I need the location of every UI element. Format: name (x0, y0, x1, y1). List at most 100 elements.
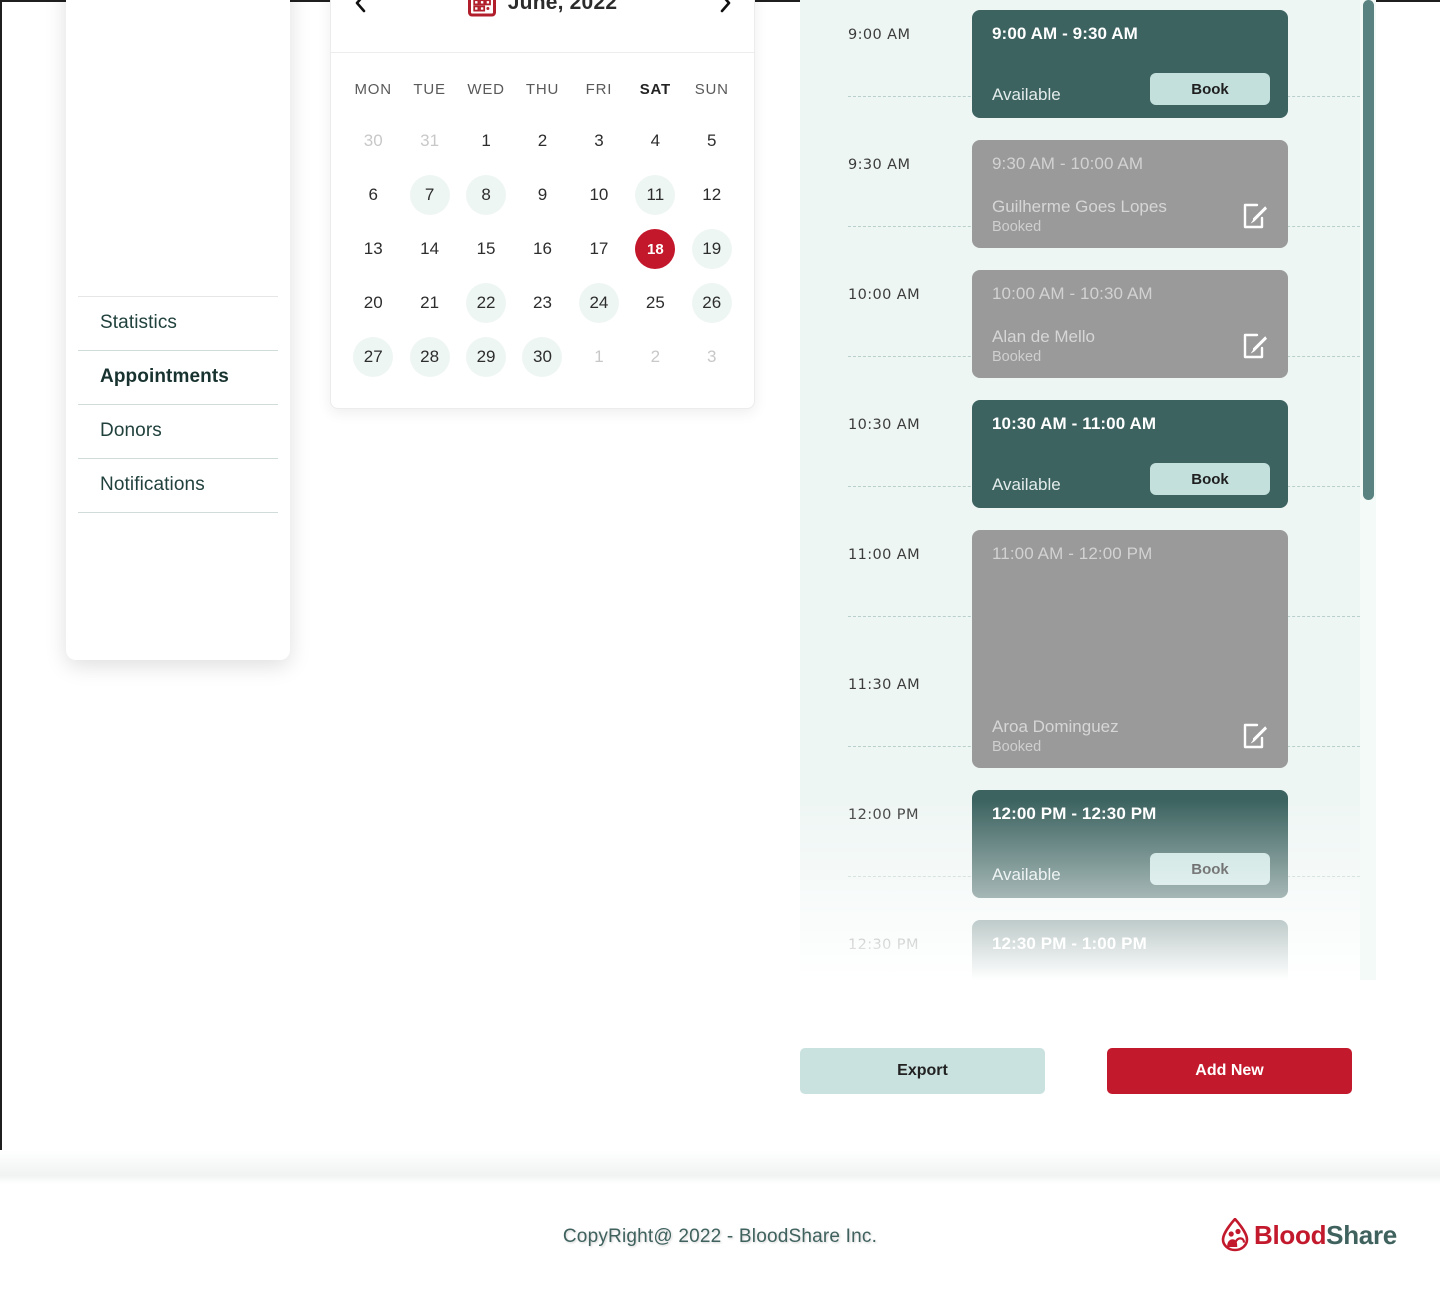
calendar-day[interactable]: 4 (635, 121, 675, 161)
calendar-day[interactable]: 1 (466, 121, 506, 161)
prev-month-button[interactable] (345, 0, 375, 18)
calendar-day[interactable]: 30 (522, 337, 563, 377)
appointment-time-range: 12:30 PM - 1:00 PM (992, 934, 1147, 953)
edit-pencil-icon[interactable] (1242, 202, 1270, 230)
calendar-day-cell: 14 (401, 224, 457, 274)
calendar-day[interactable]: 12 (692, 175, 732, 215)
calendar-weekday-sun: SUN (694, 81, 729, 98)
next-month-button[interactable] (710, 0, 740, 18)
appointment-card-footer: Guilherme Goes Lopes Booked (992, 197, 1270, 235)
sidebar-item-label: Statistics (100, 312, 178, 333)
calendar-header: June, 2022 (331, 0, 754, 53)
calendar-day-cell: 30 (514, 332, 570, 382)
calendar-day[interactable]: 28 (409, 337, 450, 377)
edit-appointment-button[interactable] (1242, 202, 1270, 235)
calendar-day[interactable]: 21 (410, 283, 450, 323)
edit-pencil-icon[interactable] (1242, 332, 1270, 360)
edit-appointment-button[interactable] (1242, 332, 1270, 365)
calendar-day[interactable]: 2 (522, 121, 562, 161)
calendar-day[interactable]: 9 (522, 175, 562, 215)
calendar-day[interactable]: 29 (466, 337, 507, 377)
footer-separator (0, 1150, 1440, 1184)
schedule-time-label: 11:30 AM (848, 677, 921, 693)
add-new-button[interactable]: Add New (1107, 1048, 1352, 1094)
sidebar-item-appointments[interactable]: Appointments (78, 351, 278, 405)
calendar-day: 2 (650, 347, 661, 366)
calendar-month-title: June, 2022 (507, 0, 618, 14)
calendar-day-cell: 8 (458, 170, 514, 220)
calendar-day-cell: 2 (627, 332, 683, 382)
calendar-day[interactable]: 17 (579, 229, 619, 269)
calendar-weekday-sat: SAT (639, 81, 671, 98)
sidebar-item-label: Appointments (100, 366, 229, 387)
book-button[interactable]: Book (1150, 73, 1270, 105)
calendar-day-cell: 5 (684, 116, 740, 166)
sidebar-item-notifications[interactable]: Notifications (78, 459, 278, 513)
calendar-day[interactable]: 25 (635, 283, 675, 323)
calendar-day[interactable]: 8 (466, 175, 507, 215)
calendar-day-cell: 15 (458, 224, 514, 274)
calendar-day[interactable]: 19 (691, 229, 732, 269)
appointment-slot-booked[interactable]: 9:30 AM - 10:00 AM Guilherme Goes Lopes Bo… (972, 140, 1288, 248)
logo-text-blood: Blood (1254, 1219, 1327, 1250)
appointment-slot-available[interactable]: 12:00 PM - 12:30 PM Available Book (972, 790, 1288, 898)
calendar-weekday-fri: FRI (585, 81, 613, 98)
appointment-slot-booked[interactable]: 10:00 AM - 10:30 AM Alan de Mello Booked (972, 270, 1288, 378)
appointment-slot-booked[interactable]: 11:00 AM - 12:00 PM Aroa Dominguez Booked (972, 530, 1288, 768)
schedule-time-label: 12:30 PM (848, 937, 919, 953)
calendar-day[interactable]: 10 (579, 175, 619, 215)
schedule-scrollbar-thumb[interactable] (1363, 0, 1374, 500)
appointment-donor-info: Aroa Dominguez Booked (992, 717, 1119, 755)
calendar-day-cell: 25 (627, 278, 683, 328)
calendar-day[interactable]: 22 (466, 283, 507, 323)
calendar-day[interactable]: 6 (353, 175, 393, 215)
export-button[interactable]: Export (800, 1048, 1045, 1094)
calendar-icon (467, 0, 496, 16)
calendar-day[interactable]: 14 (410, 229, 450, 269)
calendar-day-cell: 16 (514, 224, 570, 274)
calendar-day[interactable]: 13 (353, 229, 393, 269)
appointment-slot-available[interactable]: 10:30 AM - 11:00 AM Available Book (972, 400, 1288, 508)
appointment-slot-available[interactable]: 9:00 AM - 9:30 AM Available Book (972, 10, 1288, 118)
calendar-week-row: 6 7 8 9 10 11 12 (345, 170, 740, 220)
book-button[interactable]: Book (1150, 463, 1270, 495)
calendar-day-cell: 23 (514, 278, 570, 328)
calendar-day-cell: 26 (684, 278, 740, 328)
calendar-day[interactable]: 5 (692, 121, 732, 161)
calendar-day[interactable]: 20 (353, 283, 393, 323)
appointment-status: Available (992, 85, 1061, 104)
sidebar-item-donors[interactable]: Donors (78, 405, 278, 459)
calendar-day-cell: 27 (345, 332, 401, 382)
calendar-week-row: 27 28 29 30 1 2 3 (345, 332, 740, 382)
schedule-timeline: 9:00 AM 9:30 AM 10:00 AM 10:30 AM 11:00 AM 11… (800, 0, 1370, 980)
calendar-day-cell: 7 (401, 170, 457, 220)
schedule-panel: 9:00 AM 9:30 AM 10:00 AM 10:30 AM 11:00 AM 11… (800, 0, 1370, 980)
calendar-day-cell: 30 (345, 116, 401, 166)
calendar-day-cell: 11 (627, 170, 683, 220)
sidebar-item-statistics[interactable]: Statistics (78, 297, 278, 351)
calendar-day-cell: 17 (571, 224, 627, 274)
appointment-time-range: 11:00 AM - 12:00 PM (992, 544, 1153, 563)
calendar-day-cell: 10 (571, 170, 627, 220)
appointment-card-footer: Available Book (992, 73, 1270, 105)
edit-pencil-icon[interactable] (1242, 722, 1270, 750)
appointment-time-range: 10:00 AM - 10:30 AM (992, 284, 1153, 303)
calendar-day-selected[interactable]: 18 (635, 229, 676, 269)
schedule-scrollbar-track[interactable] (1360, 0, 1376, 980)
calendar-day[interactable]: 15 (466, 229, 506, 269)
calendar-day[interactable]: 16 (522, 229, 562, 269)
calendar-day[interactable]: 3 (579, 121, 619, 161)
calendar-week-row: 30 31 1 2 3 4 5 (345, 116, 740, 166)
schedule-time-label: 12:00 PM (848, 807, 919, 823)
calendar-day[interactable]: 7 (409, 175, 450, 215)
calendar-day: 31 (420, 131, 440, 150)
calendar-day[interactable]: 27 (353, 337, 394, 377)
calendar-day[interactable]: 26 (691, 283, 732, 323)
book-button[interactable]: Book (1150, 853, 1270, 885)
calendar-day-cell: 24 (571, 278, 627, 328)
calendar-day[interactable]: 11 (635, 175, 676, 215)
calendar-day[interactable]: 23 (522, 283, 562, 323)
appointment-slot-available[interactable]: 12:30 PM - 1:00 PM (972, 920, 1288, 980)
calendar-day[interactable]: 24 (578, 283, 619, 323)
edit-appointment-button[interactable] (1242, 722, 1270, 755)
